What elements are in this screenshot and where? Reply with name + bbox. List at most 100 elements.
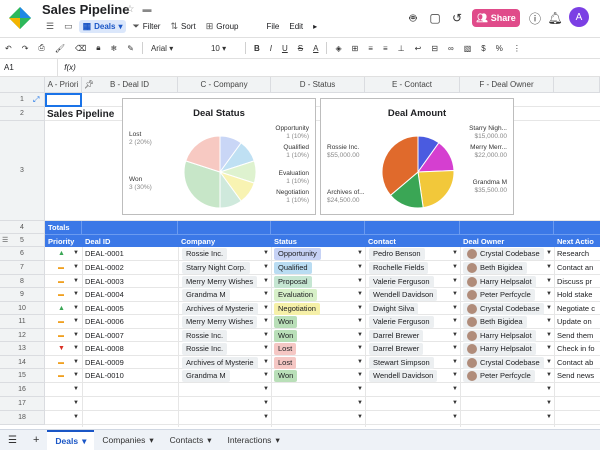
owner-cell[interactable]: Crystal Codebase <box>463 247 551 260</box>
company-cell[interactable]: Archives of Mysterie <box>182 356 266 369</box>
font-select[interactable]: Arial ▾ <box>146 38 206 58</box>
deal-id-cell[interactable]: DEAL-0001 <box>85 247 175 260</box>
dropdown-arrow-icon[interactable]: ▼ <box>263 278 269 284</box>
help-icon[interactable]: ⓘ <box>526 9 544 27</box>
dropdown-arrow-icon[interactable]: ▼ <box>452 345 458 351</box>
align-center-icon[interactable]: ≡ <box>378 38 393 58</box>
clear-format-icon[interactable]: ⌫ <box>70 38 91 58</box>
totals-cell[interactable] <box>460 221 554 234</box>
col-header-d[interactable]: D - Status <box>271 77 365 93</box>
dropdown-arrow-icon[interactable]: ▼ <box>263 332 269 338</box>
totals-cell[interactable] <box>271 221 365 234</box>
add-sheet-icon[interactable]: + <box>25 430 47 450</box>
align-left-icon[interactable]: ≡ <box>363 38 378 58</box>
dropdown-arrow-icon[interactable]: ▼ <box>452 386 458 392</box>
owner-cell[interactable]: Peter Perfcycle <box>463 288 551 301</box>
company-cell[interactable]: Rossie Inc. <box>182 247 266 260</box>
totals-cell[interactable] <box>82 221 178 234</box>
status-cell[interactable]: Proposal <box>274 275 358 288</box>
group-button[interactable]: ⊞ Group <box>202 20 243 33</box>
dropdown-arrow-icon[interactable]: ▼ <box>357 345 363 351</box>
dropdown-arrow-icon[interactable]: ▼ <box>452 250 458 256</box>
contact-cell[interactable]: Valerie Ferguson <box>369 275 455 288</box>
dropdown-arrow-icon[interactable]: ▼ <box>263 264 269 270</box>
dropdown-arrow-icon[interactable]: ▼ <box>263 359 269 365</box>
dropdown-arrow-icon[interactable]: ▼ <box>357 250 363 256</box>
next-action-cell[interactable]: Contact ab <box>557 356 600 369</box>
owner-cell[interactable]: Harry Helpsalot <box>463 329 551 342</box>
status-cell[interactable]: Lost <box>274 342 358 355</box>
status-cell[interactable]: Negotiation <box>274 302 358 315</box>
company-cell[interactable]: Archives of Mysterie <box>182 302 266 315</box>
strikethrough-icon[interactable]: S <box>293 38 308 58</box>
status-cell[interactable]: Opportunity <box>274 247 358 260</box>
company-cell[interactable]: Starry Night Corp. <box>182 261 266 274</box>
text-color-icon[interactable]: A <box>308 38 323 58</box>
sort-button[interactable]: ⇅ Sort <box>166 20 199 33</box>
dropdown-arrow-icon[interactable]: ▼ <box>546 291 552 297</box>
col-header-c[interactable]: C - Company <box>178 77 271 93</box>
totals-label[interactable]: Totals <box>45 221 82 234</box>
app-logo-icon[interactable] <box>8 6 32 30</box>
star-icon[interactable]: ☆ <box>124 3 136 15</box>
company-cell[interactable]: Rossie Inc. <box>182 329 266 342</box>
owner-cell[interactable]: Harry Helpsalot <box>463 342 551 355</box>
dropdown-arrow-icon[interactable]: ▼ <box>546 400 552 406</box>
dropdown-arrow-icon[interactable]: ▼ <box>546 278 552 284</box>
deal-id-cell[interactable]: DEAL-0004 <box>85 288 175 301</box>
dropdown-arrow-icon[interactable]: ▼ <box>263 318 269 324</box>
status-cell[interactable]: Won <box>274 329 358 342</box>
view-switcher-button[interactable]: ▦ Deals ▾ <box>78 19 127 33</box>
deal-amount-chart[interactable]: Deal Amount Rossie Inc. $55,000.00 Archiv… <box>320 98 514 215</box>
col-header-e[interactable]: E - Contact <box>365 77 460 93</box>
status-cell[interactable]: Lost <box>274 356 358 369</box>
next-action-cell[interactable]: Update on <box>557 315 600 328</box>
dropdown-arrow-icon[interactable]: ▼ <box>263 250 269 256</box>
dropdown-arrow-icon[interactable]: ▼ <box>452 400 458 406</box>
company-cell[interactable]: Merry Merry Wishes <box>182 315 266 328</box>
totals-cell[interactable] <box>178 221 271 234</box>
print-icon[interactable]: ⎙ <box>33 38 49 58</box>
notifications-icon[interactable]: 🔔︎ <box>546 9 564 27</box>
dropdown-arrow-icon[interactable]: ▼ <box>546 414 552 420</box>
pie-slice-grandma-m[interactable] <box>417 169 455 209</box>
percent-button[interactable]: % <box>491 38 508 58</box>
owner-cell[interactable]: Beth Bigidea <box>463 315 551 328</box>
freeze-icon[interactable]: ❄ <box>106 38 123 58</box>
lock-icon[interactable]: 🔒︎ <box>91 38 105 58</box>
contact-cell[interactable]: Dwight Silva <box>369 302 455 315</box>
deal-id-cell[interactable]: DEAL-0007 <box>85 329 175 342</box>
next-action-cell[interactable]: Discuss pr <box>557 275 600 288</box>
deal-id-cell[interactable]: DEAL-0009 <box>85 356 175 369</box>
dropdown-arrow-icon[interactable]: ▼ <box>452 305 458 311</box>
share-button[interactable]: 👥︎ Share <box>472 9 520 27</box>
status-cell[interactable]: Evaluation <box>274 288 358 301</box>
row-header[interactable]: 2 <box>0 107 45 121</box>
dropdown-arrow-icon[interactable]: ▼ <box>546 386 552 392</box>
dropdown-arrow-icon[interactable]: ▼ <box>546 305 552 311</box>
dropdown-arrow-icon[interactable]: ▼ <box>357 305 363 311</box>
deal-id-cell[interactable]: DEAL-0002 <box>85 261 175 274</box>
dropdown-arrow-icon[interactable]: ▼ <box>452 372 458 378</box>
dropdown-arrow-icon[interactable]: ▼ <box>357 386 363 392</box>
next-action-cell[interactable]: Send news <box>557 369 600 382</box>
deal-id-cell[interactable]: DEAL-0003 <box>85 275 175 288</box>
dropdown-arrow-icon[interactable]: ▼ <box>546 372 552 378</box>
owner-cell[interactable]: Harry Helpsalot <box>463 275 551 288</box>
next-action-cell[interactable]: Hold stake <box>557 288 600 301</box>
comment-icon[interactable]: ▢ <box>426 9 444 27</box>
col-header-a[interactable]: A - Priori <box>45 77 82 93</box>
deal-id-cell[interactable]: DEAL-0010 <box>85 369 175 382</box>
redo-icon[interactable]: ↷ <box>17 38 34 58</box>
dropdown-arrow-icon[interactable]: ▼ <box>73 332 79 338</box>
tab-contacts[interactable]: Contacts ▾ <box>162 430 220 450</box>
select-all-corner[interactable] <box>0 77 45 93</box>
tab-companies[interactable]: Companies ▾ <box>94 430 161 450</box>
company-cell[interactable]: Grandma M <box>182 288 266 301</box>
col-header-b[interactable]: 📌︎ B - Deal ID <box>82 77 178 93</box>
next-action-cell[interactable]: Check in fo <box>557 342 600 355</box>
bot-icon[interactable]: 🤖︎ <box>404 9 422 27</box>
filter-button[interactable]: ⏷ Filter <box>128 20 164 33</box>
dropdown-arrow-icon[interactable]: ▼ <box>357 291 363 297</box>
row-header[interactable]: 4 <box>0 221 45 234</box>
